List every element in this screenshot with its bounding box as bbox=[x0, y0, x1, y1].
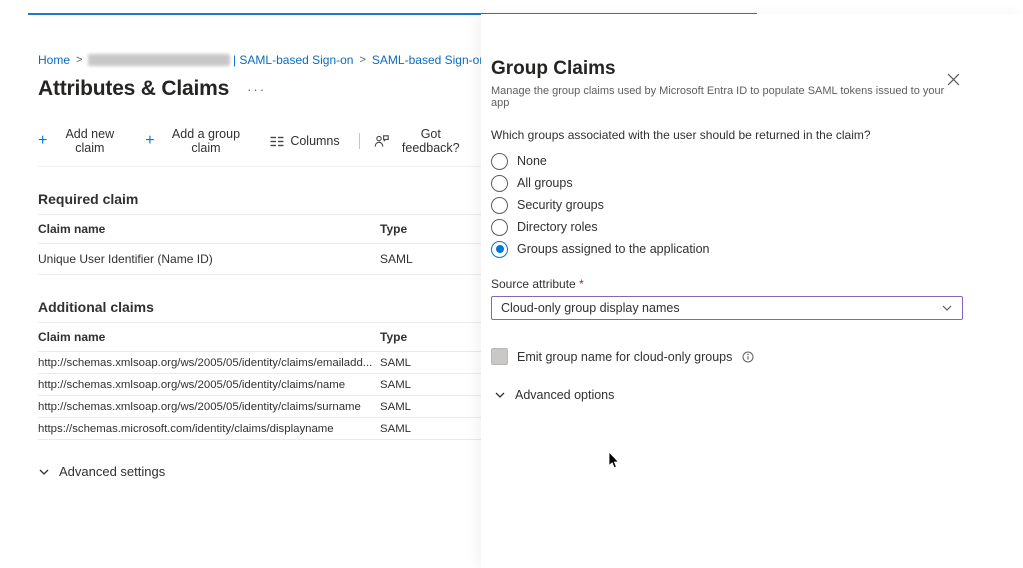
claim-type: SAML bbox=[380, 401, 490, 413]
claim-name: http://schemas.xmlsoap.org/ws/2005/05/id… bbox=[38, 379, 380, 391]
advanced-settings-toggle[interactable]: Advanced settings bbox=[38, 464, 486, 479]
close-icon[interactable] bbox=[944, 70, 963, 89]
columns-label: Columns bbox=[290, 134, 339, 148]
radio-icon bbox=[491, 175, 508, 192]
plus-icon: + bbox=[145, 135, 154, 147]
additional-claims-heading: Additional claims bbox=[38, 299, 486, 315]
group-claims-panel: Group Claims Manage the group claims use… bbox=[481, 14, 1023, 568]
chevron-down-icon bbox=[494, 389, 506, 401]
additional-claims-table: Claim name Type http://schemas.xmlsoap.o… bbox=[38, 322, 490, 440]
emit-group-name-checkbox[interactable]: Emit group name for cloud-only groups bbox=[491, 348, 963, 365]
radio-label: Directory roles bbox=[517, 220, 598, 234]
info-icon[interactable] bbox=[742, 351, 754, 363]
table-row[interactable]: http://schemas.xmlsoap.org/ws/2005/05/id… bbox=[38, 352, 490, 374]
breadcrumb-saml-signon[interactable]: | SAML-based Sign-on bbox=[233, 53, 354, 67]
plus-icon: + bbox=[38, 135, 47, 147]
claim-type: SAML bbox=[380, 423, 490, 435]
column-header-claim-name: Claim name bbox=[38, 222, 380, 236]
columns-button[interactable]: Columns bbox=[270, 134, 339, 148]
columns-icon bbox=[270, 135, 284, 148]
claim-name: Unique User Identifier (Name ID) bbox=[38, 252, 380, 266]
advanced-options-label: Advanced options bbox=[515, 388, 614, 402]
screen: Home > | SAML-based Sign-on > SAML-based… bbox=[0, 0, 1023, 568]
breadcrumb-separator: > bbox=[76, 54, 82, 66]
attributes-claims-page: Home > | SAML-based Sign-on > SAML-based… bbox=[28, 15, 486, 479]
source-attribute-text: Source attribute bbox=[491, 277, 576, 291]
source-attribute-dropdown[interactable]: Cloud-only group display names bbox=[491, 296, 963, 320]
column-header-type: Type bbox=[380, 330, 490, 344]
got-feedback-label: Got feedback? bbox=[395, 127, 467, 155]
group-options-radio-group: None All groups Security groups Director… bbox=[491, 150, 963, 260]
chevron-down-icon bbox=[941, 302, 953, 314]
checkbox-icon bbox=[491, 348, 508, 365]
breadcrumb-home[interactable]: Home bbox=[38, 53, 70, 67]
got-feedback-button[interactable]: Got feedback? bbox=[374, 127, 467, 155]
breadcrumb: Home > | SAML-based Sign-on > SAML-based… bbox=[38, 53, 486, 67]
radio-icon bbox=[491, 153, 508, 170]
required-claim-heading: Required claim bbox=[38, 191, 486, 207]
add-group-claim-label: Add a group claim bbox=[161, 127, 252, 155]
table-row[interactable]: http://schemas.xmlsoap.org/ws/2005/05/id… bbox=[38, 396, 490, 418]
required-claim-table: Claim name Type Unique User Identifier (… bbox=[38, 214, 490, 275]
claim-type: SAML bbox=[380, 379, 490, 391]
advanced-settings-label: Advanced settings bbox=[59, 464, 165, 479]
radio-label: None bbox=[517, 154, 547, 168]
add-new-claim-label: Add new claim bbox=[53, 127, 126, 155]
toolbar-divider bbox=[359, 133, 360, 149]
claim-name: https://schemas.microsoft.com/identity/c… bbox=[38, 423, 380, 435]
advanced-options-toggle[interactable]: Advanced options bbox=[494, 388, 963, 402]
emit-group-name-label: Emit group name for cloud-only groups bbox=[517, 350, 732, 364]
radio-icon bbox=[491, 241, 508, 258]
claim-name: http://schemas.xmlsoap.org/ws/2005/05/id… bbox=[38, 357, 380, 369]
title-row: Attributes & Claims ··· bbox=[38, 77, 486, 101]
command-bar: + Add new claim + Add a group claim Colu… bbox=[38, 127, 486, 167]
radio-option-all-groups[interactable]: All groups bbox=[491, 172, 963, 194]
dropdown-selected-value: Cloud-only group display names bbox=[501, 301, 680, 315]
radio-label: All groups bbox=[517, 176, 573, 190]
page-title: Attributes & Claims bbox=[38, 77, 229, 101]
radio-option-none[interactable]: None bbox=[491, 150, 963, 172]
table-row[interactable]: https://schemas.microsoft.com/identity/c… bbox=[38, 418, 490, 440]
chevron-down-icon bbox=[38, 466, 50, 478]
panel-subtitle: Manage the group claims used by Microsof… bbox=[491, 85, 963, 109]
group-claims-question: Which groups associated with the user sh… bbox=[491, 128, 963, 142]
required-marker: * bbox=[579, 277, 584, 291]
table-header: Claim name Type bbox=[38, 322, 490, 352]
feedback-icon bbox=[374, 134, 389, 148]
column-header-type: Type bbox=[380, 222, 490, 236]
column-header-claim-name: Claim name bbox=[38, 330, 380, 344]
more-menu-icon[interactable]: ··· bbox=[247, 82, 266, 97]
source-attribute-label: Source attribute * bbox=[491, 277, 963, 291]
add-group-claim-button[interactable]: + Add a group claim bbox=[145, 127, 251, 155]
table-row[interactable]: Unique User Identifier (Name ID) SAML bbox=[38, 244, 490, 275]
panel-title: Group Claims bbox=[491, 58, 963, 80]
radio-icon bbox=[491, 197, 508, 214]
add-new-claim-button[interactable]: + Add new claim bbox=[38, 127, 126, 155]
radio-option-security-groups[interactable]: Security groups bbox=[491, 194, 963, 216]
breadcrumb-saml-signon-current[interactable]: SAML-based Sign-on bbox=[372, 53, 486, 67]
radio-option-directory-roles[interactable]: Directory roles bbox=[491, 216, 963, 238]
radio-icon bbox=[491, 219, 508, 236]
table-header: Claim name Type bbox=[38, 214, 490, 244]
breadcrumb-app-name-redacted bbox=[88, 54, 230, 66]
claim-type: SAML bbox=[380, 357, 490, 369]
claim-type: SAML bbox=[380, 252, 490, 266]
radio-option-groups-assigned[interactable]: Groups assigned to the application bbox=[491, 238, 963, 260]
breadcrumb-separator: > bbox=[359, 54, 365, 66]
radio-label: Security groups bbox=[517, 198, 604, 212]
claim-name: http://schemas.xmlsoap.org/ws/2005/05/id… bbox=[38, 401, 380, 413]
table-row[interactable]: http://schemas.xmlsoap.org/ws/2005/05/id… bbox=[38, 374, 490, 396]
radio-label: Groups assigned to the application bbox=[517, 242, 710, 256]
